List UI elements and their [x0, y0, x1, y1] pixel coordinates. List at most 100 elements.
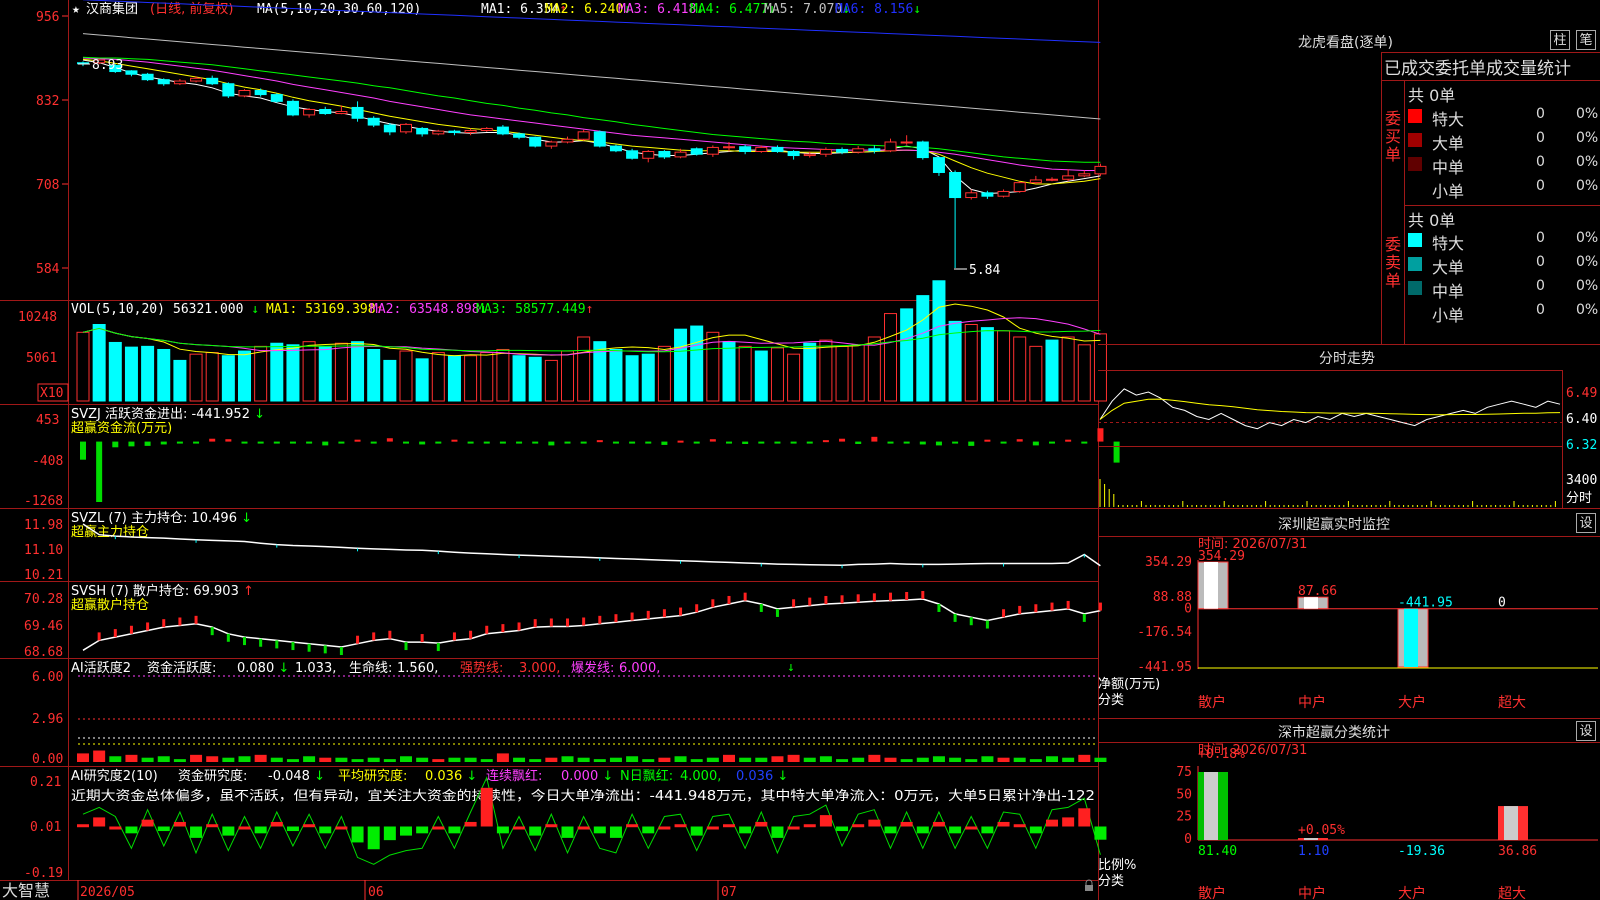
- ai-active-bars: [77, 750, 1107, 762]
- candle-body: [173, 80, 186, 85]
- candle-body: [868, 148, 881, 152]
- svsh-header: SVSH (7) 散户持仓: 69.903 ↑: [71, 583, 254, 599]
- volume-bar: [334, 342, 348, 402]
- svzj-bar: [661, 441, 668, 445]
- ai-active-bar: [93, 750, 106, 762]
- candle-body: [706, 146, 719, 155]
- svzj-bar: [709, 439, 716, 442]
- ai-research-bar: [286, 826, 299, 832]
- ai-research-bar: [416, 826, 429, 834]
- volume-bar: [383, 359, 397, 402]
- svzj-bar: [354, 439, 361, 442]
- price-tick: 956: [36, 10, 59, 25]
- svsh-bar: [711, 599, 715, 608]
- volume-bar: [787, 353, 801, 402]
- svzj-bar: [467, 441, 474, 444]
- svsh-bar: [1018, 605, 1022, 614]
- ai-research-bar: [319, 826, 332, 834]
- volume-bar: [819, 339, 833, 402]
- sell-total: 共 0单: [1408, 211, 1456, 230]
- volume-bar: [561, 350, 574, 402]
- ai-active-bar: [932, 756, 945, 762]
- candle-body: [545, 141, 558, 147]
- volume-bar: [173, 359, 187, 402]
- ai-research-tick: 0.01: [30, 820, 61, 835]
- svsh-bar: [323, 645, 327, 654]
- ai-active-bar: [238, 756, 251, 762]
- volume-bar: [577, 336, 591, 402]
- class-bar-highlight: [1304, 838, 1318, 840]
- volume-ma-line: [82, 327, 1101, 353]
- volume-bar: [512, 355, 526, 402]
- ai-research-bar: [513, 826, 526, 830]
- class-category: 超大: [1498, 886, 1526, 900]
- ai-active-bar: [593, 759, 606, 762]
- column-button[interactable]: 柱: [1550, 30, 1570, 50]
- svzj-bar: [144, 441, 151, 446]
- svsh-bar: [646, 610, 650, 619]
- svzj-tick: 453: [36, 413, 59, 428]
- brand-logo: 大智慧: [2, 881, 50, 900]
- svsh-bar: [517, 622, 521, 631]
- buy-total: 共 0单: [1408, 86, 1456, 105]
- svsh-bar: [582, 617, 586, 626]
- svzj-bar: [1016, 439, 1023, 442]
- svzj-bar: [839, 438, 846, 442]
- pen-button[interactable]: 笔: [1576, 30, 1596, 50]
- ai-active-bar: [173, 759, 186, 762]
- intraday-vol-tick: 3400: [1566, 473, 1597, 488]
- svzj-bar: [806, 441, 813, 444]
- svzj-bar: [1000, 441, 1007, 444]
- svsh-bar: [856, 594, 860, 603]
- candle-body: [1062, 175, 1075, 180]
- svzj-bar: [1081, 441, 1088, 444]
- order-qty: 0: [1536, 254, 1545, 270]
- svzl-header: SVZL (7) 主力持仓: 10.496 ↓: [71, 511, 252, 526]
- class-pct: +0.05%: [1298, 823, 1345, 838]
- volume-bar: [496, 348, 510, 402]
- order-pct: 0%: [1576, 178, 1599, 194]
- order-qty: 0: [1536, 154, 1545, 170]
- svzj-bar: [790, 441, 797, 444]
- candle-body: [626, 150, 639, 159]
- star-icon: ★: [72, 2, 80, 17]
- svsh-bar: [985, 620, 989, 629]
- ai-research-bar: [335, 826, 348, 830]
- intraday-tick: 6.40: [1566, 412, 1597, 427]
- svsh-bar: [129, 625, 133, 634]
- lock-icon[interactable]: [1085, 885, 1093, 891]
- class-settings-button[interactable]: 设: [1576, 721, 1596, 741]
- svsh-bar: [1002, 609, 1006, 618]
- monitor-category: 中户: [1298, 694, 1326, 711]
- svsh-arrow: ↑: [243, 584, 254, 599]
- class-tick: 0: [1184, 832, 1192, 847]
- svzj-bar: [612, 441, 619, 444]
- order-pct: 0%: [1576, 302, 1599, 318]
- svsh-bar: [679, 607, 683, 616]
- volume-bar: [431, 352, 445, 402]
- time-label: 07: [721, 885, 737, 900]
- ai-research-bar: [706, 826, 719, 830]
- svsh-bar: [1082, 613, 1086, 622]
- ai-research-bar: [464, 821, 477, 827]
- candle-body: [674, 151, 687, 158]
- ma-lines: [82, 0, 1101, 195]
- candle-body: [351, 106, 364, 119]
- candle-body: [949, 171, 962, 199]
- svsh-bar: [695, 604, 699, 613]
- time-label: 06: [368, 885, 384, 900]
- svzj-bar: [532, 441, 539, 444]
- volume-bar: [351, 341, 365, 402]
- ai-active-bar: [319, 757, 332, 762]
- candle-body: [965, 192, 978, 199]
- svzj-tick: -1268: [24, 494, 63, 509]
- intraday-chart[interactable]: 6.49 6.40 6.32 3400 分时: [1098, 370, 1600, 510]
- ai-research-v1: -0.048: [268, 769, 310, 784]
- ai-active-bar: [400, 756, 412, 762]
- low-mark: 5.84: [969, 263, 1000, 278]
- ai-active-burst-label: 爆发线:: [571, 660, 614, 676]
- ai-active-bar: [803, 757, 816, 762]
- ai-active-bar: [706, 757, 719, 762]
- svsh-bar: [1050, 602, 1054, 611]
- monitor-value: 87.66: [1298, 584, 1337, 599]
